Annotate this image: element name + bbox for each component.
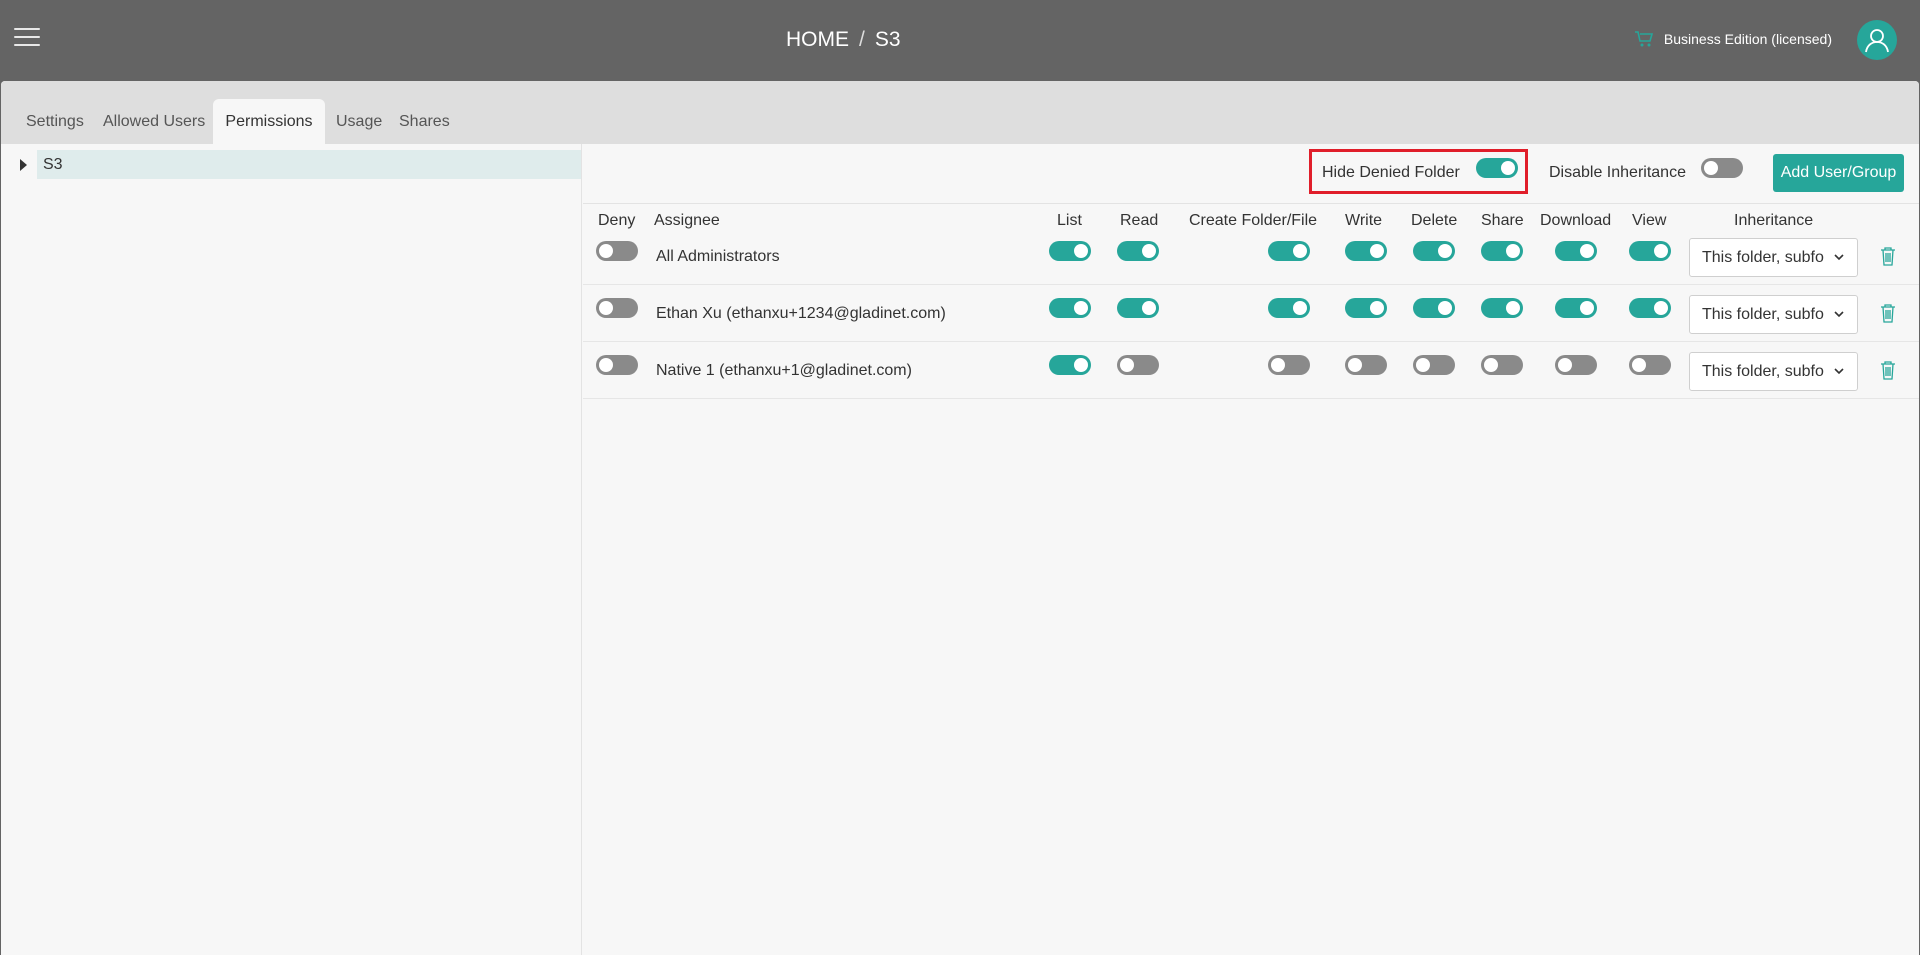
list-toggle[interactable] — [1049, 298, 1091, 318]
chevron-down-icon — [1834, 311, 1844, 318]
table-row: Native 1 (ethanxu+1@gladinet.com) This fo… — [583, 342, 1919, 399]
tab-settings[interactable]: Settings — [14, 99, 96, 144]
table-row: All Administrators This folder, subfolder… — [583, 228, 1919, 285]
create-toggle[interactable] — [1268, 298, 1310, 318]
edition-info[interactable]: Business Edition (licensed) — [1634, 30, 1832, 48]
chevron-down-icon — [1834, 254, 1844, 261]
cart-icon — [1634, 31, 1653, 47]
trash-icon[interactable] — [1880, 303, 1896, 323]
tab-permissions[interactable]: Permissions — [213, 99, 325, 144]
write-toggle[interactable] — [1345, 355, 1387, 375]
hide-denied-folder-label: Hide Denied Folder — [1322, 164, 1460, 181]
expand-caret-icon[interactable] — [20, 159, 27, 171]
share-toggle[interactable] — [1481, 355, 1523, 375]
download-toggle[interactable] — [1555, 355, 1597, 375]
top-bar: HOME / S3 Business Edition (licensed) — [0, 0, 1920, 81]
tab-bar: Settings Allowed Users Permissions Usage… — [1, 81, 1919, 144]
assignee-name: Native 1 (ethanxu+1@gladinet.com) — [656, 362, 912, 379]
breadcrumb: HOME / S3 — [786, 28, 901, 52]
deny-toggle[interactable] — [596, 298, 638, 318]
main-panel: Settings Allowed Users Permissions Usage… — [1, 81, 1919, 955]
user-icon — [1865, 29, 1889, 53]
edition-label: Business Edition (licensed) — [1663, 31, 1832, 47]
hide-denied-folder-toggle[interactable] — [1476, 158, 1518, 178]
delete-toggle[interactable] — [1413, 241, 1455, 261]
assignee-name: Ethan Xu (ethanxu+1234@gladinet.com) — [656, 305, 946, 322]
download-toggle[interactable] — [1555, 298, 1597, 318]
view-toggle[interactable] — [1629, 241, 1671, 261]
user-avatar[interactable] — [1857, 20, 1897, 60]
trash-icon[interactable] — [1880, 360, 1896, 380]
table-row: Ethan Xu (ethanxu+1234@gladinet.com) This… — [583, 285, 1919, 342]
read-toggle[interactable] — [1117, 241, 1159, 261]
menu-icon[interactable] — [14, 28, 40, 48]
chevron-down-icon — [1834, 368, 1844, 375]
create-toggle[interactable] — [1268, 241, 1310, 261]
view-toggle[interactable] — [1629, 298, 1671, 318]
tab-shares[interactable]: Shares — [387, 99, 462, 144]
inheritance-value: This folder, subfolders and files — [1702, 306, 1824, 323]
view-toggle[interactable] — [1629, 355, 1671, 375]
breadcrumb-home[interactable]: HOME — [786, 28, 849, 52]
read-toggle[interactable] — [1117, 355, 1159, 375]
breadcrumb-current: S3 — [874, 28, 901, 51]
breadcrumb-separator: / — [859, 28, 865, 51]
permissions-area: Hide Denied Folder Disable Inheritance A… — [583, 144, 1919, 955]
add-user-group-button[interactable]: Add User/Group — [1773, 154, 1904, 192]
read-toggle[interactable] — [1117, 298, 1159, 318]
download-toggle[interactable] — [1555, 241, 1597, 261]
folder-tree: S3 — [1, 144, 582, 955]
write-toggle[interactable] — [1345, 298, 1387, 318]
inheritance-select[interactable]: This folder, subfolders and files — [1689, 295, 1858, 334]
assignee-name: All Administrators — [656, 248, 780, 265]
inheritance-select[interactable]: This folder, subfolders and files — [1689, 352, 1858, 391]
write-toggle[interactable] — [1345, 241, 1387, 261]
disable-inheritance-label: Disable Inheritance — [1549, 164, 1686, 181]
list-toggle[interactable] — [1049, 355, 1091, 375]
inheritance-value: This folder, subfolders and files — [1702, 249, 1824, 266]
inheritance-select[interactable]: This folder, subfolders and files — [1689, 238, 1858, 277]
tab-usage[interactable]: Usage — [324, 99, 394, 144]
inheritance-value: This folder, subfolders and files — [1702, 363, 1824, 380]
delete-toggle[interactable] — [1413, 298, 1455, 318]
delete-toggle[interactable] — [1413, 355, 1455, 375]
share-toggle[interactable] — [1481, 241, 1523, 261]
deny-toggle[interactable] — [596, 355, 638, 375]
tab-allowed-users[interactable]: Allowed Users — [91, 99, 217, 144]
tree-node-s3[interactable]: S3 — [37, 150, 581, 179]
trash-icon[interactable] — [1880, 246, 1896, 266]
deny-toggle[interactable] — [596, 241, 638, 261]
permissions-toolbar: Hide Denied Folder Disable Inheritance A… — [583, 144, 1919, 204]
list-toggle[interactable] — [1049, 241, 1091, 261]
disable-inheritance-toggle[interactable] — [1701, 158, 1743, 178]
share-toggle[interactable] — [1481, 298, 1523, 318]
create-toggle[interactable] — [1268, 355, 1310, 375]
